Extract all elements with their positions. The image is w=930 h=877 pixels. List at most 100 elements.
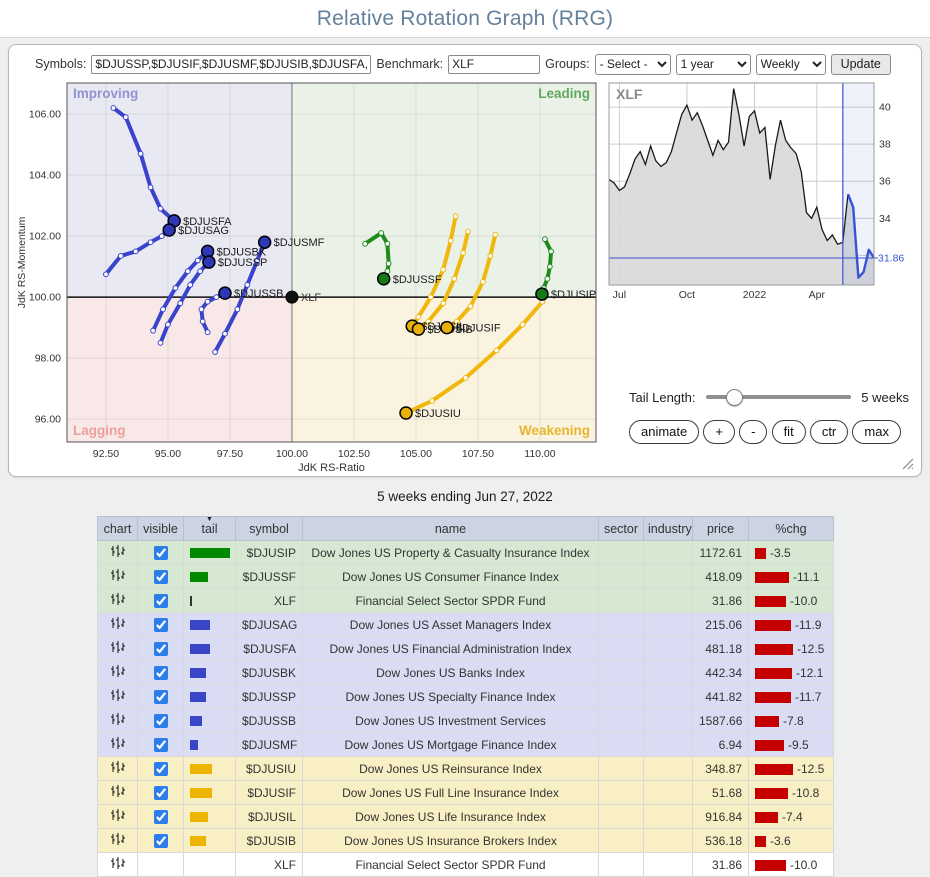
visible-checkbox-cell[interactable] (138, 637, 184, 661)
column-header-visible[interactable]: visible (138, 517, 184, 541)
visible-checkbox[interactable] (154, 762, 168, 776)
column-header-chg[interactable]: %chg (749, 517, 834, 541)
slider-thumb[interactable] (726, 389, 743, 406)
marker-$DJUSIP[interactable] (536, 288, 548, 300)
table-row-$DJUSIB: $DJUSIBDow Jones US Insurance Brokers In… (98, 829, 834, 853)
symbol-cell[interactable]: $DJUSIF (236, 781, 303, 805)
column-header-tail[interactable]: ▼tail (184, 517, 236, 541)
chart-candlestick-icon[interactable] (98, 637, 138, 661)
marker-$DJUSMF[interactable] (259, 236, 271, 248)
name-cell: Dow Jones US Financial Administration In… (303, 637, 599, 661)
chart-candlestick-icon[interactable] (98, 661, 138, 685)
fit-button[interactable]: fit (772, 420, 806, 444)
visible-checkbox[interactable] (154, 834, 168, 848)
price-cell: 1587.66 (693, 709, 749, 733)
tail-length-slider[interactable] (706, 389, 852, 405)
column-header-chart[interactable]: chart (98, 517, 138, 541)
marker-$DJUSSB[interactable] (219, 287, 231, 299)
visible-checkbox-cell[interactable] (138, 853, 184, 877)
benchmark-input[interactable] (448, 55, 540, 74)
rrg-chart[interactable]: ImprovingLeadingLaggingWeakening$DJUSFA$… (15, 81, 607, 480)
symbols-input[interactable] (91, 55, 371, 74)
symbol-cell[interactable]: $DJUSMF (236, 733, 303, 757)
mini-svg[interactable]: 3436384031.86JulOct2022AprXLF (608, 82, 908, 310)
marker-$DJUSIB[interactable] (412, 323, 424, 335)
symbol-cell[interactable]: XLF (236, 589, 303, 613)
chart-candlestick-icon[interactable] (98, 565, 138, 589)
visible-checkbox-cell[interactable] (138, 733, 184, 757)
visible-checkbox[interactable] (154, 738, 168, 752)
visible-checkbox[interactable] (154, 786, 168, 800)
symbol-cell[interactable]: $DJUSIP (236, 541, 303, 565)
marker-$DJUSSF[interactable] (378, 273, 390, 285)
visible-checkbox-cell[interactable] (138, 589, 184, 613)
chart-candlestick-icon[interactable] (98, 733, 138, 757)
chart-candlestick-icon[interactable] (98, 757, 138, 781)
visible-checkbox-cell[interactable] (138, 757, 184, 781)
symbol-cell[interactable]: $DJUSBK (236, 661, 303, 685)
symbol-cell[interactable]: $DJUSSP (236, 685, 303, 709)
visible-checkbox-cell[interactable] (138, 613, 184, 637)
column-header-name[interactable]: name (303, 517, 599, 541)
resize-handle-icon[interactable] (901, 457, 914, 470)
chart-candlestick-icon[interactable] (98, 613, 138, 637)
period-select[interactable]: 1 year (676, 54, 751, 75)
visible-checkbox-cell[interactable] (138, 781, 184, 805)
name-cell: Dow Jones US Reinsurance Index (303, 757, 599, 781)
chart-candlestick-icon[interactable] (98, 685, 138, 709)
visible-checkbox[interactable] (154, 570, 168, 584)
max-button[interactable]: max (852, 420, 901, 444)
visible-checkbox[interactable] (154, 666, 168, 680)
chart-candlestick-icon[interactable] (98, 829, 138, 853)
animate-button[interactable]: animate (629, 420, 699, 444)
pct-change-cell: -10.8 (749, 781, 834, 805)
ctr-button[interactable]: ctr (810, 420, 848, 444)
visible-checkbox[interactable] (154, 546, 168, 560)
symbol-cell[interactable]: XLF (236, 853, 303, 877)
chart-candlestick-icon[interactable] (98, 541, 138, 565)
column-header-industry[interactable]: industry (644, 517, 693, 541)
zoom-out-button[interactable]: - (739, 420, 767, 444)
tail-length-label: Tail Length: (629, 390, 696, 405)
groups-select[interactable]: - Select - (595, 54, 671, 75)
visible-checkbox-cell[interactable] (138, 565, 184, 589)
symbol-cell[interactable]: $DJUSIL (236, 805, 303, 829)
marker-$DJUSIU[interactable] (400, 407, 412, 419)
visible-checkbox-cell[interactable] (138, 805, 184, 829)
column-header-price[interactable]: price (693, 517, 749, 541)
chart-candlestick-icon[interactable] (98, 853, 138, 877)
visible-checkbox[interactable] (154, 642, 168, 656)
chart-candlestick-icon[interactable] (98, 805, 138, 829)
symbol-cell[interactable]: $DJUSIU (236, 757, 303, 781)
benchmark-mini-chart[interactable]: 3436384031.86JulOct2022AprXLF (608, 82, 908, 315)
marker-$DJUSIF[interactable] (441, 322, 453, 334)
symbol-cell[interactable]: $DJUSFA (236, 637, 303, 661)
symbol-cell[interactable]: $DJUSSF (236, 565, 303, 589)
visible-checkbox-cell[interactable] (138, 709, 184, 733)
column-header-sector[interactable]: sector (599, 517, 644, 541)
visible-checkbox[interactable] (154, 810, 168, 824)
rrg-svg[interactable]: ImprovingLeadingLaggingWeakening$DJUSFA$… (15, 81, 607, 475)
column-header-symbol[interactable]: symbol (236, 517, 303, 541)
visible-checkbox-cell[interactable] (138, 541, 184, 565)
visible-checkbox[interactable] (154, 618, 168, 632)
chart-candlestick-icon[interactable] (98, 589, 138, 613)
symbol-cell[interactable]: $DJUSIB (236, 829, 303, 853)
industry-cell (644, 733, 693, 757)
visible-checkbox[interactable] (154, 690, 168, 704)
visible-checkbox[interactable] (154, 714, 168, 728)
update-button[interactable]: Update (831, 54, 891, 75)
zoom-in-button[interactable]: + (703, 420, 735, 444)
chart-candlestick-icon[interactable] (98, 709, 138, 733)
symbol-cell[interactable]: $DJUSSB (236, 709, 303, 733)
frequency-select[interactable]: Weekly (756, 54, 826, 75)
marker-benchmark[interactable] (286, 291, 298, 303)
marker-$DJUSAG[interactable] (163, 224, 175, 236)
visible-checkbox-cell[interactable] (138, 661, 184, 685)
symbol-cell[interactable]: $DJUSAG (236, 613, 303, 637)
marker-$DJUSSP[interactable] (203, 256, 215, 268)
visible-checkbox-cell[interactable] (138, 685, 184, 709)
visible-checkbox[interactable] (154, 594, 168, 608)
visible-checkbox-cell[interactable] (138, 829, 184, 853)
chart-candlestick-icon[interactable] (98, 781, 138, 805)
